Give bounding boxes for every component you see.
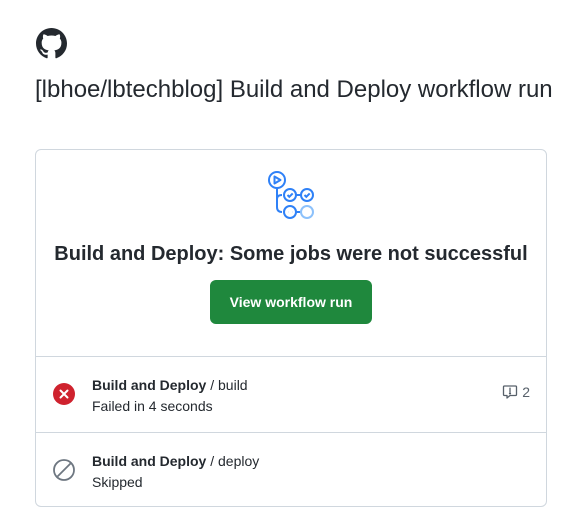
job-row-deploy[interactable]: Build and Deploy / deploy Skipped	[36, 432, 546, 506]
job-workflow-name: Build and Deploy	[92, 453, 207, 469]
job-text: Build and Deploy / deploy Skipped	[92, 451, 259, 493]
failed-x-icon	[53, 383, 75, 405]
job-name: build	[218, 377, 248, 393]
job-status: Failed in 4 seconds	[92, 398, 213, 414]
email-page: [lbhoe/lbtechblog] Build and Deploy work…	[0, 0, 579, 528]
annotations-count[interactable]: 2	[502, 384, 530, 400]
job-row-build[interactable]: Build and Deploy / build Failed in 4 sec…	[36, 357, 546, 432]
job-separator: /	[206, 453, 219, 469]
skipped-icon	[53, 459, 75, 481]
view-workflow-run-button[interactable]: View workflow run	[210, 280, 372, 324]
job-status: Skipped	[92, 474, 143, 490]
email-title: [lbhoe/lbtechblog] Build and Deploy work…	[35, 76, 553, 103]
workflow-icon	[268, 171, 314, 219]
workflow-run-card: Build and Deploy: Some jobs were not suc…	[35, 149, 547, 507]
run-status-heading: Build and Deploy: Some jobs were not suc…	[54, 243, 528, 265]
job-name: deploy	[218, 453, 260, 469]
workflow-summary: Build and Deploy: Some jobs were not suc…	[36, 150, 546, 357]
job-workflow-name: Build and Deploy	[92, 377, 207, 393]
github-logo-icon	[36, 28, 67, 59]
job-text: Build and Deploy / build Failed in 4 sec…	[92, 375, 248, 417]
comment-alert-icon	[503, 385, 518, 399]
job-separator: /	[206, 377, 219, 393]
annotations-count-label: 2	[522, 384, 530, 400]
